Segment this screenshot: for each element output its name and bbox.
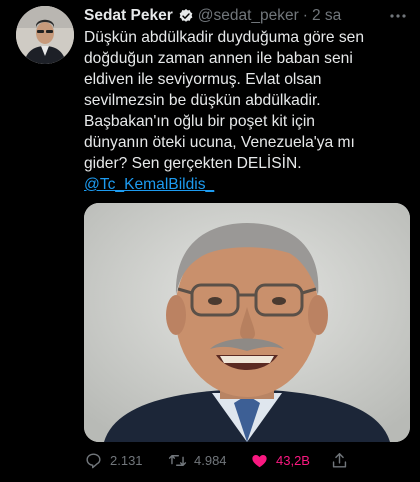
share-button[interactable] [330,451,356,470]
tweet-text-line: dünyanın öteki ucuna, Venezuela'ya mı [84,134,355,151]
tweet-time[interactable]: 2 sa [312,7,341,25]
more-icon[interactable] [388,6,408,26]
tweet-text-line: eldiven ile seviyormuş. Evlat olsan [84,71,322,88]
share-icon [332,452,347,468]
retweet-count: 4.984 [194,452,227,468]
tweet-text-line: gider? Sen gerçekten DELİSİN. [84,155,302,172]
retweet-button[interactable]: 4.984 [168,451,227,470]
author-handle[interactable]: @sedat_peker [198,7,299,25]
verified-badge-icon [178,8,194,24]
tweet-text-line: doğduğun zaman annen ile baban seni [84,50,353,67]
like-button[interactable]: 43,2B [250,451,310,470]
like-count: 43,2B [276,452,310,468]
tweet-text-line: sevilmezsin be düşkün abdülkadir. [84,92,321,109]
retweet-icon [168,454,187,466]
tweet-text-line: Başbakan'ın oğlu bir poşet kit için [84,113,315,130]
tweet-text: Düşkün abdülkadir duyduğuma göre sen doğ… [84,27,410,195]
mention-link[interactable]: @Tc_KemalBildis_ [84,176,214,193]
like-icon [252,454,267,467]
separator-dot: · [302,7,308,24]
reply-icon [86,452,101,468]
tweet-text-line: Düşkün abdülkadir duyduğuma göre sen [84,29,365,46]
tweet-header: Sedat Peker @sedat_peker · 2 sa [84,6,408,26]
author-name[interactable]: Sedat Peker [84,7,173,25]
reply-button[interactable]: 2.131 [84,451,143,470]
author-avatar[interactable] [16,6,74,64]
tweet-photo[interactable] [84,203,410,442]
tweet-actions: 2.131 4.984 43,2B [84,449,410,471]
reply-count: 2.131 [110,452,143,468]
